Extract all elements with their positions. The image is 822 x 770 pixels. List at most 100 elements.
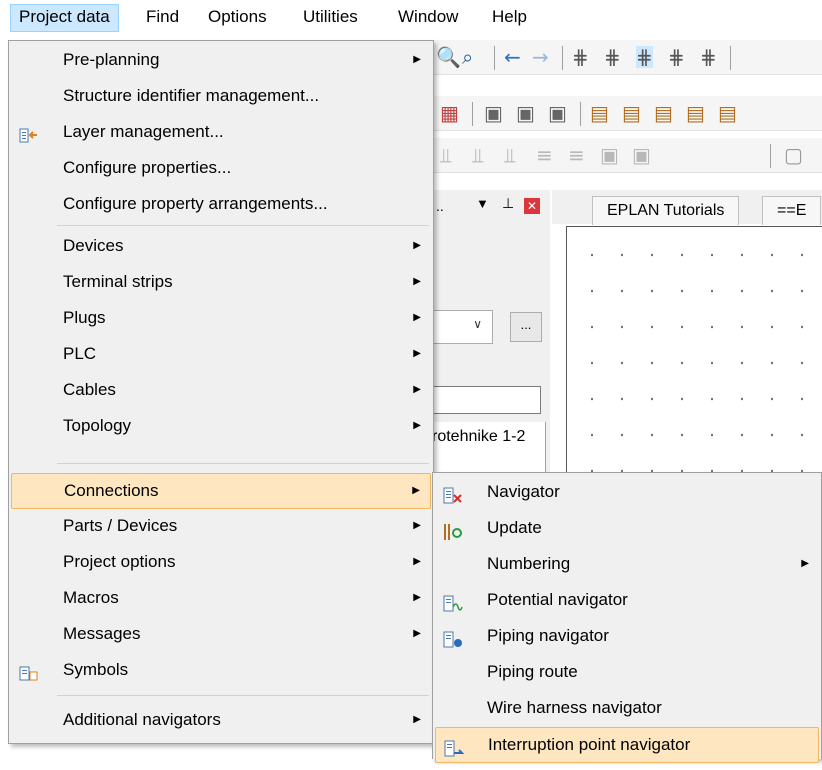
panel-select[interactable]: ∨ xyxy=(432,310,493,344)
tree-item[interactable]: rotehnike 1-2 xyxy=(432,422,544,452)
zoom-icon[interactable]: 🔍 xyxy=(436,46,461,68)
submenu-item-piping-route[interactable]: Piping route xyxy=(435,655,819,689)
back-arrow-icon[interactable]: ← xyxy=(504,46,521,68)
project-data-menu: Pre-planning ▶ Structure identifier mana… xyxy=(8,40,434,744)
connections-submenu: Navigator Update Numbering ▶ Potential n… xyxy=(432,472,822,763)
terminal-tool-3-icon[interactable]: ▤ xyxy=(654,102,673,124)
menu-item-parts-devices[interactable]: Parts / Devices ▶ xyxy=(11,509,431,543)
draw-tool-5-icon[interactable]: ≡ xyxy=(568,144,585,166)
submenu-arrow-icon: ▶ xyxy=(413,628,421,639)
menu-item-layer-management[interactable]: Layer management... xyxy=(11,115,431,149)
menu-project-data[interactable]: Project data xyxy=(10,4,119,32)
connect-tool-3-icon[interactable]: ▣ xyxy=(548,102,567,124)
panel-close-icon[interactable]: ✕ xyxy=(524,198,540,214)
submenu-item-numbering[interactable]: Numbering ▶ xyxy=(435,547,819,581)
3d-box-icon[interactable]: ▢ xyxy=(784,144,803,166)
submenu-item-navigator[interactable]: Navigator xyxy=(435,475,819,509)
menu-item-macros[interactable]: Macros ▶ xyxy=(11,581,431,615)
menu-utilities[interactable]: Utilities xyxy=(295,4,366,30)
submenu-arrow-icon: ▶ xyxy=(413,714,421,725)
menu-item-configure-properties[interactable]: Configure properties... xyxy=(11,151,431,185)
menu-item-pre-planning[interactable]: Pre-planning ▶ xyxy=(11,43,431,77)
grid-d-icon[interactable]: ⋕ xyxy=(668,46,685,68)
menu-item-devices[interactable]: Devices ▶ xyxy=(11,229,431,263)
submenu-arrow-icon: ▶ xyxy=(413,54,421,65)
navigator-icon xyxy=(443,483,463,504)
submenu-arrow-icon: ▶ xyxy=(413,240,421,251)
filter-input[interactable] xyxy=(432,386,541,414)
menu-separator xyxy=(57,225,429,226)
toolbar-row-1: 🔍 ⌕ ← → ⋕ ⋕ ⋕ ⋕ ⋕ xyxy=(432,40,822,75)
submenu-arrow-icon: ▶ xyxy=(413,420,421,431)
menu-item-configure-property-arrangements[interactable]: Configure property arrangements... xyxy=(11,187,431,221)
submenu-arrow-icon: ▶ xyxy=(413,312,421,323)
grid-b-icon[interactable]: ⋕ xyxy=(604,46,621,68)
drawing-canvas[interactable] xyxy=(566,226,822,479)
menu-item-cables[interactable]: Cables ▶ xyxy=(11,373,431,407)
update-icon xyxy=(443,519,463,540)
potential-navigator-icon xyxy=(443,591,463,612)
menu-item-messages[interactable]: Messages ▶ xyxy=(11,617,431,651)
draw-tool-3-icon[interactable]: ⫫ xyxy=(504,144,515,166)
menubar: Project data Find Options Utilities Wind… xyxy=(0,0,822,34)
grid-e-icon[interactable]: ⋕ xyxy=(700,46,717,68)
menu-help[interactable]: Help xyxy=(484,4,535,30)
menu-item-plugs[interactable]: Plugs ▶ xyxy=(11,301,431,335)
menu-separator xyxy=(57,695,429,696)
draw-tool-icon[interactable]: ⫫ xyxy=(440,144,451,166)
menu-item-topology[interactable]: Topology ▶ xyxy=(11,409,431,443)
submenu-arrow-icon: ▶ xyxy=(413,384,421,395)
submenu-item-wire-harness-navigator[interactable]: Wire harness navigator xyxy=(435,691,819,725)
menu-window[interactable]: Window xyxy=(390,4,466,30)
draw-tool-4-icon[interactable]: ≡ xyxy=(536,144,553,166)
terminal-tool-2-icon[interactable]: ▤ xyxy=(622,102,641,124)
layer-management-icon xyxy=(19,123,39,143)
forward-arrow-icon[interactable]: → xyxy=(532,46,549,68)
tab-eplan-tutorials[interactable]: EPLAN Tutorials xyxy=(592,196,740,225)
toolbar-row-3: ⫫ ⫫ ⫫ ≡ ≡ ▣ ▣ ▢ xyxy=(432,138,822,173)
terminal-tool-4-icon[interactable]: ▤ xyxy=(686,102,705,124)
menu-separator xyxy=(57,463,429,464)
grid-c-icon[interactable]: ⋕ xyxy=(636,46,653,68)
draw-tool-2-icon[interactable]: ⫫ xyxy=(472,144,483,166)
panel-dropdown-icon[interactable]: ▼ xyxy=(476,196,489,211)
menu-options[interactable]: Options xyxy=(200,4,275,30)
tab-page[interactable]: ==E xyxy=(762,196,822,225)
submenu-arrow-icon: ▶ xyxy=(413,520,421,531)
submenu-arrow-icon: ▶ xyxy=(413,592,421,603)
connect-tool-icon[interactable]: ▣ xyxy=(484,102,503,124)
menu-item-connections[interactable]: Connections ▶ xyxy=(11,473,431,509)
menu-item-symbols[interactable]: Symbols xyxy=(11,653,431,687)
submenu-arrow-icon: ▶ xyxy=(412,485,420,496)
menu-item-structure-identifier[interactable]: Structure identifier management... xyxy=(11,79,431,113)
zoom-100-icon[interactable]: ⌕ xyxy=(462,46,473,68)
submenu-arrow-icon: ▶ xyxy=(801,558,809,569)
chevron-down-icon: ∨ xyxy=(473,317,482,331)
draw-tool-6-icon[interactable]: ▣ xyxy=(600,144,619,166)
submenu-item-potential-navigator[interactable]: Potential navigator xyxy=(435,583,819,617)
interruption-point-icon xyxy=(444,736,465,757)
document-tabs: EPLAN Tutorials ==E xyxy=(552,190,822,225)
browse-button[interactable]: ... xyxy=(510,312,542,342)
toolbar-row-2: ▦ ▣ ▣ ▣ ▤ ▤ ▤ ▤ ▤ xyxy=(432,96,822,131)
symbols-icon xyxy=(19,661,39,681)
menu-item-project-options[interactable]: Project options ▶ xyxy=(11,545,431,579)
submenu-arrow-icon: ▶ xyxy=(413,276,421,287)
submenu-item-piping-navigator[interactable]: Piping navigator xyxy=(435,619,819,653)
submenu-item-update[interactable]: Update xyxy=(435,511,819,545)
terminal-tool-icon[interactable]: ▤ xyxy=(590,102,609,124)
grid-a-icon[interactable]: ⋕ xyxy=(572,46,589,68)
pin-icon[interactable]: ⊥ xyxy=(502,195,514,212)
piping-navigator-icon xyxy=(443,627,463,648)
menu-item-plc[interactable]: PLC ▶ xyxy=(11,337,431,371)
draw-tool-7-icon[interactable]: ▣ xyxy=(632,144,651,166)
menu-item-additional-navigators[interactable]: Additional navigators ▶ xyxy=(11,703,431,737)
submenu-arrow-icon: ▶ xyxy=(413,556,421,567)
terminal-tool-5-icon[interactable]: ▤ xyxy=(718,102,737,124)
submenu-arrow-icon: ▶ xyxy=(413,348,421,359)
menu-find[interactable]: Find xyxy=(138,4,187,30)
connect-tool-2-icon[interactable]: ▣ xyxy=(516,102,535,124)
panel-header: .. ▼ ⊥ ✕ xyxy=(432,190,550,226)
device-tool-icon[interactable]: ▦ xyxy=(440,102,459,124)
menu-item-terminal-strips[interactable]: Terminal strips ▶ xyxy=(11,265,431,299)
